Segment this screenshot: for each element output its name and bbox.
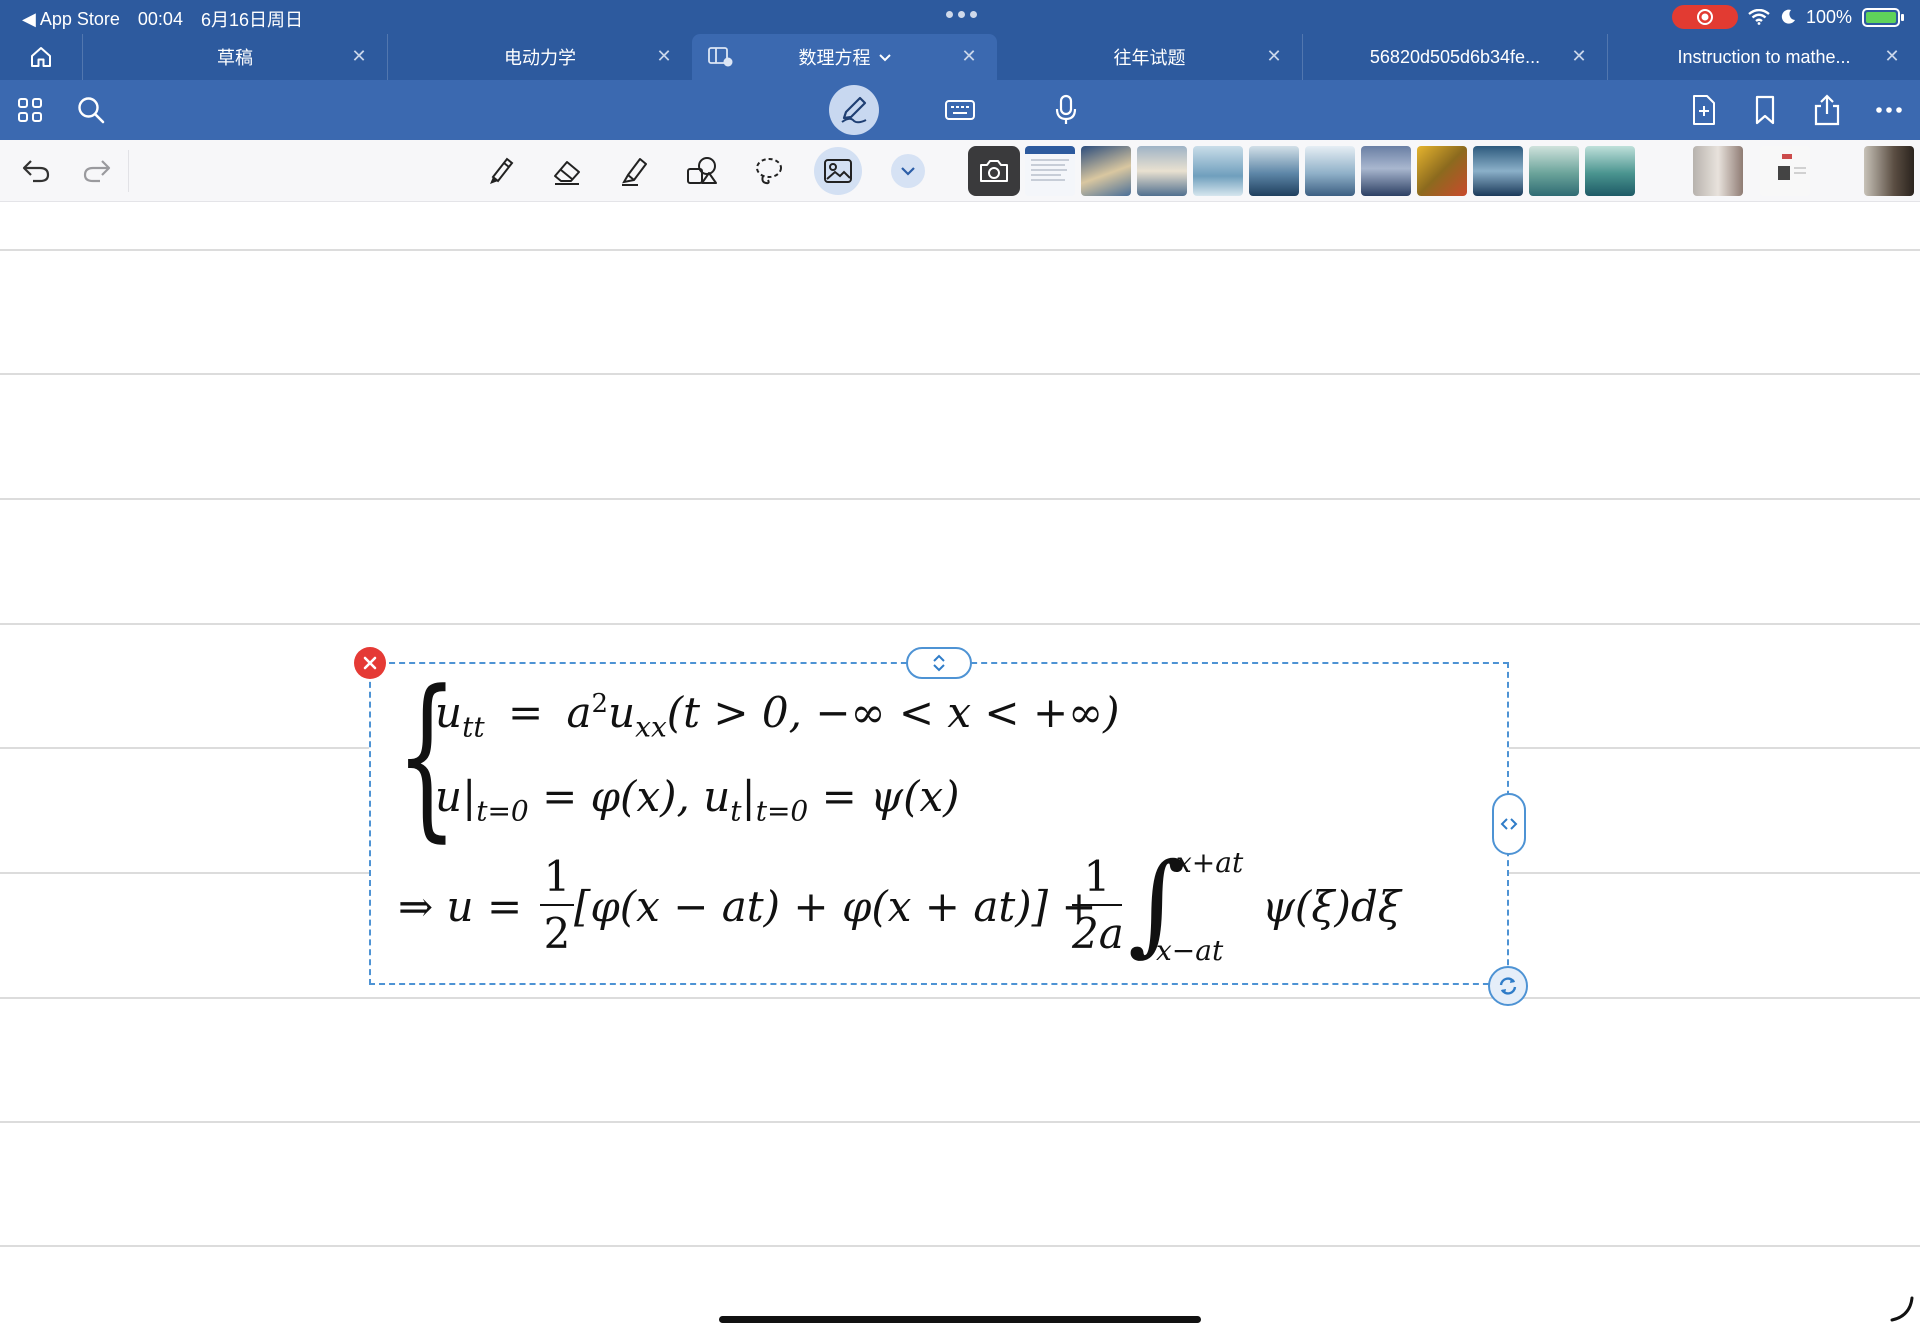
equation-line-2: u|t=0 = φ(x), ut|t=0 = ψ(x) <box>435 772 960 828</box>
equation-line-1: utt = a2uxx(t > 0, −∞ < x < +∞) <box>435 688 1120 744</box>
delete-image-button[interactable] <box>354 647 386 679</box>
page-curl-icon[interactable] <box>1890 1296 1914 1322</box>
chevron-up-down-icon <box>933 654 945 672</box>
equation-line-3-lhs: ⇒ u = <box>398 882 523 931</box>
integral-lower-limit: x−at <box>1156 934 1224 967</box>
fraction-one-half: 1 2 <box>540 852 574 958</box>
close-icon <box>363 656 377 670</box>
resize-vertical-handle[interactable] <box>906 647 972 679</box>
equation-line-3-integrand: ψ(ξ)dξ <box>1262 882 1401 931</box>
equation-line-3-bracket: [φ(x − at) + φ(x + at)] + <box>574 882 1097 931</box>
resize-horizontal-handle[interactable] <box>1492 793 1526 855</box>
home-indicator[interactable] <box>719 1316 1201 1323</box>
rotate-icon <box>1499 977 1517 995</box>
rotate-handle[interactable] <box>1488 966 1528 1006</box>
integral-upper-limit: x+at <box>1176 846 1244 879</box>
fraction-one-over-2a: 1 2a <box>1072 852 1124 958</box>
notes-app: ◀ App Store 00:04 6月16日周日 100% 草稿 ✕ 电动力学… <box>0 0 1920 1334</box>
chevron-left-right-icon <box>1500 818 1518 830</box>
